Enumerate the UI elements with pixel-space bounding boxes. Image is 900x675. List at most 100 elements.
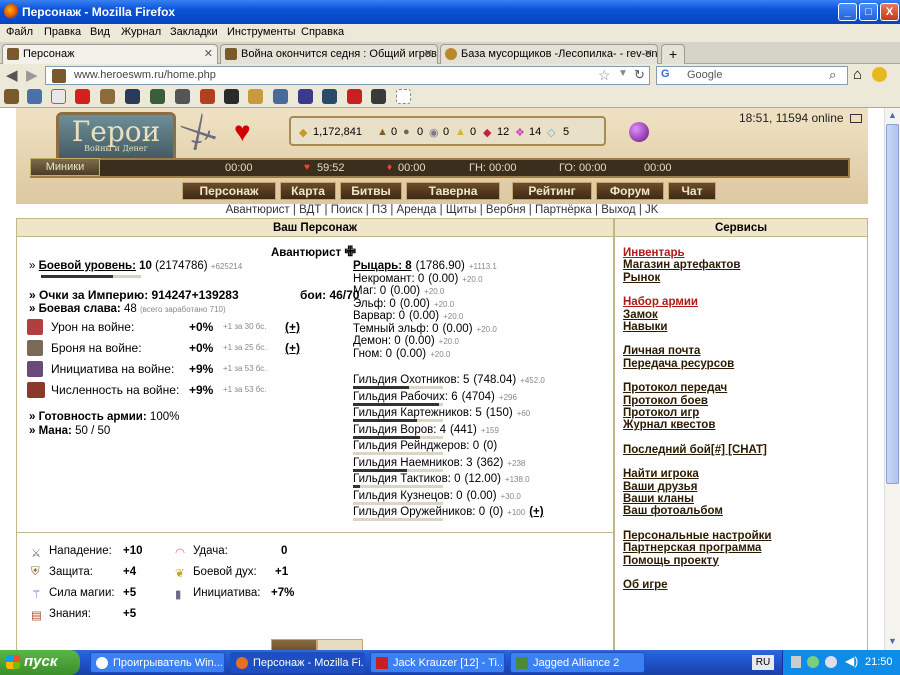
menu-tools[interactable]: Инструменты	[227, 26, 296, 38]
bookmark-blank-icon[interactable]	[396, 89, 411, 104]
war-bonus-plus[interactable]: (+)	[285, 341, 300, 355]
service-link[interactable]: Протокол игр	[623, 407, 699, 419]
nav-rating[interactable]: Рейтинг	[512, 182, 592, 200]
guild-plus-button[interactable]: (+)	[529, 506, 543, 518]
task-jagged-alliance[interactable]: Jagged Alliance 2	[510, 652, 645, 673]
minis-button[interactable]: Миники	[30, 158, 100, 176]
nav-chat[interactable]: Чат	[668, 182, 716, 200]
addon-smiley-icon[interactable]	[872, 67, 887, 82]
service-link[interactable]: Рынок	[623, 272, 660, 284]
bookmark-gmail-icon[interactable]	[51, 89, 66, 104]
nav-character[interactable]: Персонаж	[182, 182, 276, 200]
menu-history[interactable]: Журнал	[121, 26, 161, 38]
bookmark-blue-icon[interactable]	[125, 89, 140, 104]
service-link[interactable]: Найти игрока	[623, 468, 699, 480]
combat-level-link[interactable]: Боевой уровень:	[39, 260, 136, 272]
artifact-slot[interactable]	[317, 639, 363, 650]
service-link[interactable]: Партнерская программа	[623, 542, 761, 554]
dropdown-icon[interactable]: ▼	[618, 68, 628, 79]
faction-name[interactable]: Рыцарь: 8	[353, 260, 412, 272]
service-link[interactable]: Последний бой[#] [CHAT]	[623, 444, 767, 456]
task-firefox[interactable]: Персонаж - Mozilla Fi...	[230, 652, 365, 673]
service-link[interactable]: Инвентарь	[623, 247, 685, 259]
bookmark-x-icon[interactable]	[347, 89, 362, 104]
minimize-button[interactable]: _	[838, 3, 857, 21]
nav-map[interactable]: Карта	[280, 182, 336, 200]
menu-help[interactable]: Справка	[301, 26, 344, 38]
tab-scavengers[interactable]: База мусорщиков -Лесопилка- - rev-onli..…	[440, 44, 658, 64]
tab-character[interactable]: Персонаж ✕	[2, 44, 218, 64]
war-bonus-plus[interactable]: (+)	[285, 320, 300, 334]
tab-close-icon[interactable]: ✕	[644, 47, 653, 60]
tray-volume-icon[interactable]: ◀)	[845, 654, 858, 668]
service-link[interactable]: Навыки	[623, 321, 667, 333]
scroll-up-icon[interactable]: ▲	[888, 110, 897, 120]
nav-battles[interactable]: Битвы	[340, 182, 402, 200]
bookmark-youtube-icon[interactable]	[75, 89, 90, 104]
search-input[interactable]: G Google ⌕	[656, 66, 848, 85]
service-link[interactable]: Ваши кланы	[623, 493, 694, 505]
bookmark-game-icon[interactable]	[100, 89, 115, 104]
service-link[interactable]: Об игре	[623, 579, 668, 591]
service-link[interactable]: Помощь проекту	[623, 555, 719, 567]
bookmark-tools-icon[interactable]	[175, 89, 190, 104]
service-link[interactable]: Протокол передач	[623, 382, 727, 394]
service-link[interactable]: Набор армии	[623, 296, 698, 308]
tray-network-icon[interactable]	[791, 656, 801, 668]
scrollbar-thumb[interactable]	[886, 124, 899, 484]
tab-close-icon[interactable]: ✕	[204, 47, 213, 60]
maximize-button[interactable]: □	[859, 3, 878, 21]
tab-forum[interactable]: Война окончится седня : Общий игрово... …	[220, 44, 438, 64]
task-krauzer[interactable]: Jack Krauzer [12] - Ti...	[370, 652, 505, 673]
bookmark-heroes-icon[interactable]	[4, 89, 19, 104]
bookmark-map-icon[interactable]	[322, 89, 337, 104]
nav-forum[interactable]: Форум	[596, 182, 664, 200]
menu-bookmarks[interactable]: Закладки	[170, 26, 218, 38]
service-link[interactable]: Персональные настройки	[623, 530, 772, 542]
back-icon[interactable]: ◀	[6, 66, 18, 84]
reload-icon[interactable]: ↻	[634, 67, 645, 83]
google-icon[interactable]: G	[661, 68, 670, 80]
url-input[interactable]: www.heroeswm.ru/home.php ☆ ▼ ↻	[45, 66, 650, 85]
menu-view[interactable]: Вид	[90, 26, 110, 38]
menu-edit[interactable]: Правка	[44, 26, 81, 38]
task-media-player[interactable]: Проигрыватель Win...	[90, 652, 225, 673]
tray-green-icon[interactable]	[807, 656, 819, 668]
nav-tavern[interactable]: Таверна	[406, 182, 500, 200]
tray-shield-icon[interactable]	[825, 656, 837, 668]
bookmark-star-icon[interactable]: ☆	[598, 67, 611, 84]
service-link[interactable]: Замок	[623, 309, 658, 321]
new-tab-button[interactable]: +	[661, 44, 685, 64]
bookmark-vk-icon[interactable]	[27, 89, 42, 104]
bookmark-r-icon[interactable]	[298, 89, 313, 104]
faction-value: (0.00)	[442, 322, 473, 335]
scroll-down-icon[interactable]: ▼	[888, 636, 897, 646]
start-button[interactable]: пуск	[0, 650, 80, 675]
site-identity-icon[interactable]	[52, 69, 66, 83]
service-link[interactable]: Ваши друзья	[623, 481, 697, 493]
close-button[interactable]: X	[880, 3, 899, 21]
service-link[interactable]: Передача ресурсов	[623, 358, 734, 370]
bookmark-shield-icon[interactable]	[200, 89, 215, 104]
forward-icon[interactable]: ▶	[26, 66, 38, 84]
sub-links[interactable]: Авантюрист | ВДТ | Поиск | ПЗ | Аренда |…	[0, 204, 884, 218]
bookmark-box-icon[interactable]	[371, 89, 386, 104]
artifact-slot[interactable]	[271, 639, 317, 650]
search-icon[interactable]: ⌕	[829, 67, 836, 83]
service-link[interactable]: Журнал квестов	[623, 419, 715, 431]
tab-close-icon[interactable]: ✕	[424, 47, 433, 60]
bookmark-scroll-icon[interactable]	[248, 89, 263, 104]
vertical-scrollbar[interactable]: ▲ ▼	[884, 108, 900, 650]
menu-file[interactable]: Файл	[6, 26, 33, 38]
service-link[interactable]: Ваш фотоальбом	[623, 505, 723, 517]
bookmark-green-icon[interactable]	[150, 89, 165, 104]
clock[interactable]: 21:50	[865, 656, 893, 668]
bookmark-dark-icon[interactable]	[224, 89, 239, 104]
service-link[interactable]: Магазин артефактов	[623, 259, 740, 271]
bookmark-gem-icon[interactable]	[273, 89, 288, 104]
language-indicator[interactable]: RU	[752, 655, 774, 670]
mail-icon[interactable]	[849, 114, 862, 124]
service-link[interactable]: Личная почта	[623, 345, 700, 357]
service-link[interactable]: Протокол боев	[623, 395, 708, 407]
home-icon[interactable]: ⌂	[853, 66, 862, 83]
